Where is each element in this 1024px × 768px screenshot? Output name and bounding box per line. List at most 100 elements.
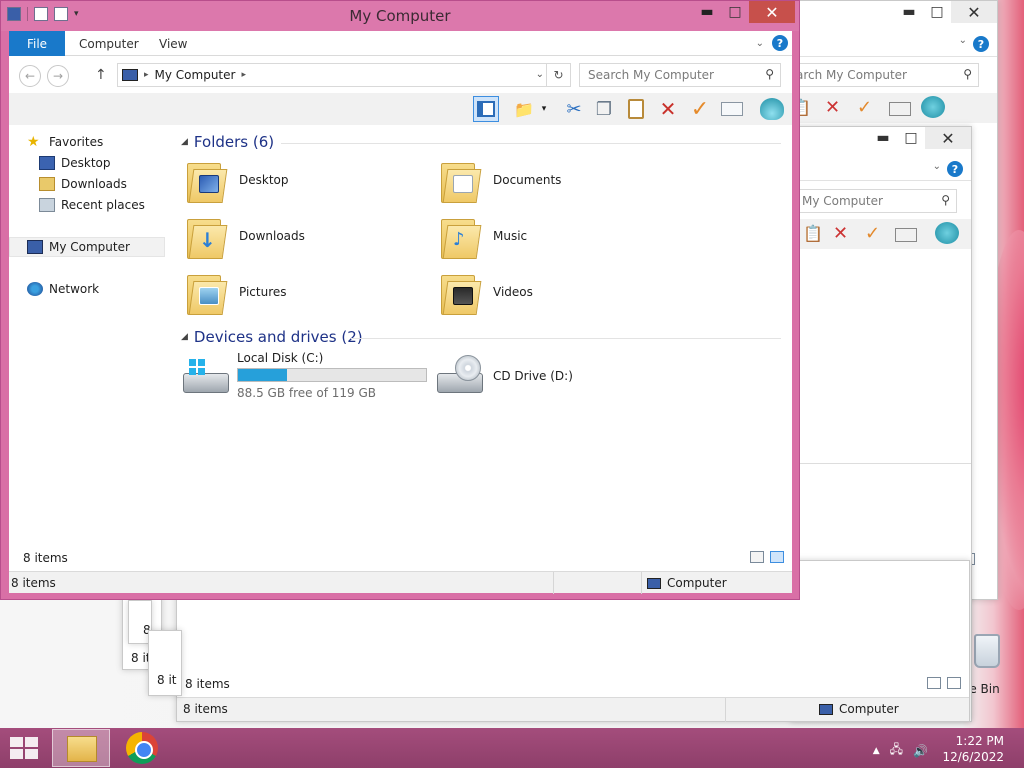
seashell-icon [760,98,784,120]
details-view-icon[interactable] [750,551,764,563]
copy-button[interactable]: ❐ [591,96,617,122]
recycle-bin-shortcut[interactable]: le Bin [966,630,1024,700]
status-location-label: Computer [667,576,727,590]
recycle-bin-icon [974,634,1000,668]
collapse-triangle-icon[interactable]: ◢ [181,332,188,342]
refresh-button[interactable]: ↻ [546,64,570,86]
nav-recent-places[interactable]: Recent places [39,198,145,212]
nav-desktop-label: Desktop [61,156,111,170]
disk-usage-bar [237,368,427,382]
desktop-folder-icon [187,159,228,203]
shell-button[interactable] [759,96,785,122]
nav-my-computer[interactable]: My Computer [27,240,130,254]
tab-file[interactable]: File [9,31,65,56]
network-icon [27,282,43,296]
bg1-expand-icon[interactable]: ⌄ [959,35,967,46]
help-icon[interactable]: ? [772,35,788,51]
devices-group-header[interactable]: ◢ Devices and drives (2) [181,328,363,346]
bg1-close-button[interactable]: ✕ [951,1,997,23]
bg2-check-icon[interactable]: ✓ [865,223,880,244]
address-dropdown-icon[interactable]: ⌄ [536,69,544,80]
volume-icon[interactable]: 🔊 [913,744,928,758]
folder-options-dropdown[interactable]: ▾ [537,96,551,122]
stacked-c-items: 8 it [157,673,177,687]
restore-button[interactable]: □ [721,1,749,23]
expand-ribbon-icon[interactable]: ⌄ [756,38,764,49]
bg1-help-icon[interactable]: ? [973,36,989,52]
rename-button[interactable] [719,96,745,122]
nav-favorites[interactable]: ★ Favorites [27,135,103,149]
clock-time: 1:22 PM [955,734,1004,748]
drive-tile-cd[interactable]: CD Drive (D:) [435,351,689,407]
address-chevron-icon-2[interactable]: ▸ [241,70,246,80]
nav-network-label: Network [49,282,100,296]
folders-group-header[interactable]: ◢ Folders (6) [181,133,274,151]
bg1-check-icon[interactable]: ✓ [857,97,872,118]
show-hidden-icons-button[interactable]: ▲ [873,746,880,756]
address-chevron-icon[interactable]: ▸ [144,70,149,80]
cut-button[interactable]: ✂ [561,96,587,122]
bg1-maximize-button[interactable]: □ [923,1,951,23]
minimize-button[interactable]: ▬ [693,1,721,23]
clock[interactable]: 1:22 PM 12/6/2022 [942,733,1004,765]
bg1-shell-icon[interactable] [921,96,945,118]
taskbar-chrome-icon[interactable] [126,732,158,764]
address-path[interactable]: My Computer [155,68,236,82]
bg2-search-input[interactable]: My Computer ⚲ [795,189,957,213]
bg2-help-icon[interactable]: ? [947,161,963,177]
bg2-rename-icon[interactable] [895,228,917,242]
drive-tile-local-disk[interactable]: Local Disk (C:) 88.5 GB free of 119 GB [181,351,435,407]
downloads-folder-icon [39,177,55,191]
bg3-details-view-icon[interactable] [927,677,941,689]
nav-downloads[interactable]: Downloads [39,177,127,191]
folder-tile-desktop[interactable]: Desktop [181,157,431,207]
bg1-search-input[interactable]: arch My Computer ⚲ [789,63,979,87]
tab-view[interactable]: View [145,31,201,56]
bg2-expand-icon[interactable]: ⌄ [933,161,941,172]
back-button[interactable]: ← [19,65,41,87]
up-button[interactable]: ↑ [95,67,107,83]
my-computer-window[interactable]: ▾ My Computer ▬ □ ✕ File Computer View ⌄… [0,0,800,600]
title-bar[interactable]: ▾ My Computer ▬ □ ✕ [1,1,799,31]
bg2-maximize-button[interactable]: □ [897,127,925,149]
tab-computer[interactable]: Computer [65,31,153,56]
large-icons-view-icon[interactable] [770,551,784,563]
bg1-minimize-button[interactable]: ▬ [895,1,923,23]
layout-pane-button[interactable] [473,96,499,122]
nav-desktop[interactable]: Desktop [39,156,111,170]
bg3-view-icons [927,677,961,689]
folder-tile-documents[interactable]: Documents [435,157,685,207]
network-tray-icon[interactable]: 🖧 [890,740,903,761]
address-bar[interactable]: ▸ My Computer ▸ ⌄ ↻ [117,63,571,87]
bg2-ribbon: ⌄ ? [791,157,971,181]
folder-tile-videos[interactable]: Videos [435,269,685,319]
bg2-minimize-button[interactable]: ▬ [869,127,897,149]
folder-tile-music[interactable]: ♪ Music [435,213,685,263]
windows-logo-icon [189,359,205,375]
delete-button[interactable]: ✕ [655,96,681,122]
forward-button[interactable]: → [47,65,69,87]
folder-tile-pictures[interactable]: Pictures [181,269,431,319]
confirm-button[interactable]: ✓ [687,96,713,122]
nav-network[interactable]: Network [27,282,99,296]
folder-options-button[interactable]: 📁 [511,96,537,122]
bg1-delete-icon[interactable]: ✕ [825,97,840,118]
close-button[interactable]: ✕ [749,1,795,23]
bg2-delete-icon[interactable]: ✕ [833,223,848,244]
bg1-rename-icon[interactable] [889,102,911,116]
paste-button[interactable] [623,96,649,122]
folder-tile-downloads[interactable]: ↓ Downloads [181,213,431,263]
system-tray: ▲ 🖧 🔊 [873,740,928,761]
videos-folder-icon [441,271,482,315]
bg2-shell-icon[interactable] [935,222,959,244]
collapse-triangle-icon[interactable]: ◢ [181,137,188,147]
stacked-window-c[interactable]: 8 it [148,630,182,696]
search-input[interactable]: Search My Computer ⚲ [579,63,781,87]
taskbar-file-explorer[interactable] [52,729,110,767]
clock-date: 12/6/2022 [942,750,1004,764]
documents-folder-icon [441,159,482,203]
start-button-windows-icon[interactable] [10,737,38,759]
bg2-paste-icon[interactable]: 📋 [803,224,823,243]
bg2-close-button[interactable]: ✕ [925,127,971,149]
bg3-tiles-view-icon[interactable] [947,677,961,689]
